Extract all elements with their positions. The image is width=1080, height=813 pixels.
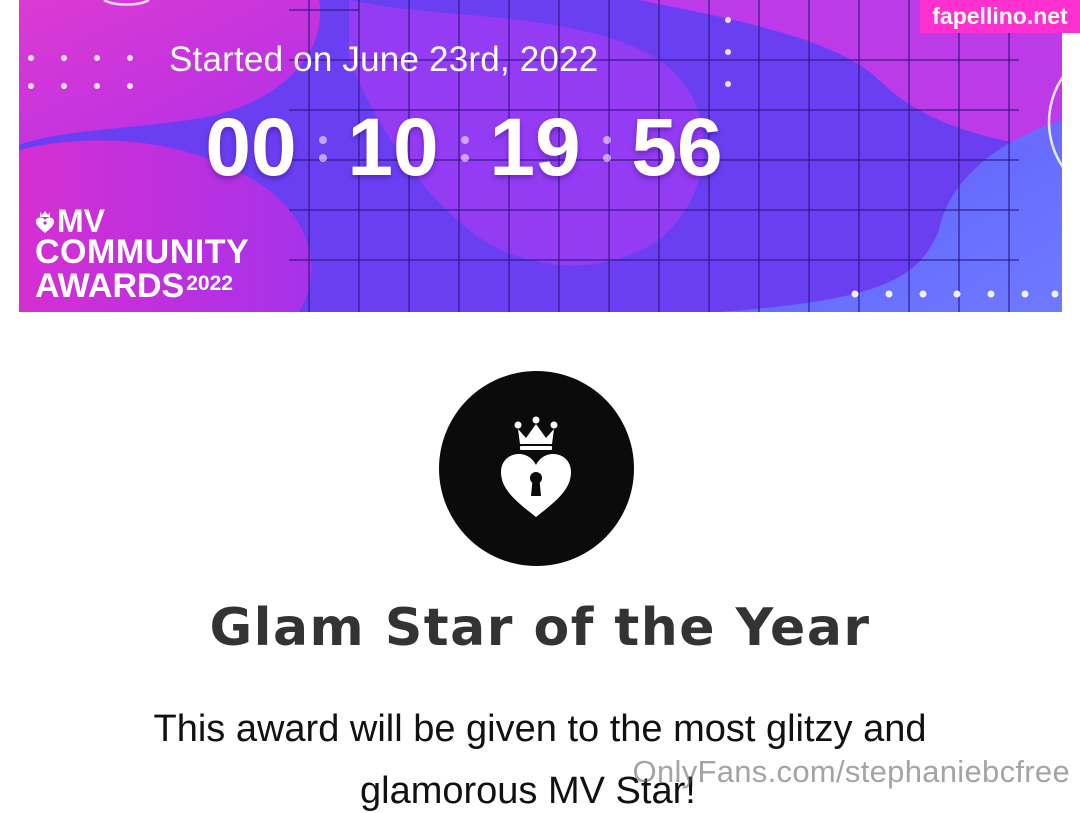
logo-community: COMMUNITY	[35, 233, 250, 271]
heart-lock-icon	[36, 210, 54, 233]
award-badge	[439, 371, 634, 566]
countdown-minutes: 19	[489, 102, 581, 193]
mv-community-awards-logo: MV COMMUNITY AWARDS 2022	[35, 205, 250, 305]
countdown-separator	[449, 118, 479, 178]
countdown-days: 00	[205, 102, 297, 193]
awards-banner: Started on June 23rd, 2022 00 10 19 56 M…	[19, 0, 1062, 312]
countdown-seconds: 56	[631, 102, 723, 193]
watermark-bottom: OnlyFans.com/stephaniebcfree	[632, 754, 1070, 789]
award-title: Glam Star of the Year	[209, 598, 871, 658]
logo-awards: AWARDS	[35, 267, 185, 305]
countdown-timer: 00 10 19 56	[195, 98, 733, 198]
start-date-text: Started on June 23rd, 2022	[169, 40, 599, 79]
crowned-heart-lock-icon	[501, 416, 571, 517]
countdown-separator	[591, 118, 621, 178]
countdown-hours: 10	[347, 102, 439, 193]
award-description: This award will be given to the most gli…	[153, 708, 927, 750]
logo-year: 2022	[186, 272, 233, 295]
watermark-top: fapellino.net	[920, 0, 1080, 33]
countdown-separator	[307, 118, 337, 178]
